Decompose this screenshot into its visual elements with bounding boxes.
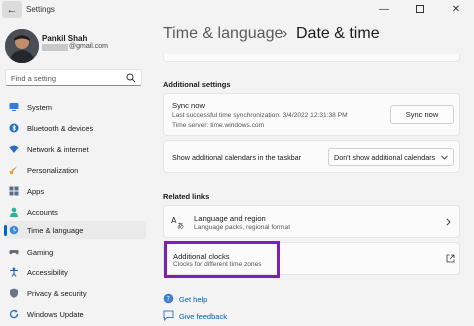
calendar-dropdown[interactable]: Don't show additional calendars [328,148,454,166]
svg-text:?: ? [166,295,170,303]
back-button[interactable]: ← [2,1,22,18]
feedback-icon [163,310,174,321]
minimize-icon: — [379,3,389,15]
search-icon [126,73,136,83]
language-region-link[interactable]: A あ Language and region Language packs, … [163,205,460,238]
search-placeholder: Find a setting [11,74,57,83]
sidebar-item-time-language[interactable]: Time & language [4,221,146,239]
previous-card [163,54,460,62]
calendar-card: Show additional calendars in the taskbar… [163,140,460,173]
accessibility-icon [10,267,18,277]
calendar-dropdown-value: Don't show additional calendars [334,153,436,162]
gamepad-icon [9,250,19,255]
additional-clocks-subtitle: Clocks for different time zones [173,261,262,268]
maximize-button[interactable] [402,0,438,18]
avatar[interactable] [5,29,39,63]
search-input[interactable]: Find a setting [5,69,142,86]
help-icon: ? [163,293,174,304]
maximize-icon [416,5,424,13]
sidebar-item-label: Apps [27,187,45,196]
additional-clocks-title: Additional clocks [173,252,230,261]
sidebar-item-windows-update[interactable]: Windows Update [4,305,146,323]
monitor-icon [9,103,19,111]
language-region-title: Language and region [194,214,266,223]
bluetooth-icon [9,123,19,133]
sidebar-item-label: Gaming [27,248,54,257]
sync-card: Sync now Last successful time synchroniz… [163,93,460,136]
svg-text:あ: あ [177,222,184,229]
time-server-text: Time server: time.windows.com [172,122,265,129]
app-title: Settings [26,5,55,14]
get-help-link[interactable]: Get help [179,295,207,304]
sidebar-item-label: Time & language [27,226,84,235]
minimize-button[interactable]: — [366,0,402,18]
sidebar-item-accessibility[interactable]: Accessibility [4,263,146,281]
language-region-subtitle: Language packs, regional format [194,224,291,231]
calendar-label: Show additional calendars in the taskbar [172,153,302,162]
active-indicator [4,225,7,236]
update-icon [9,309,19,319]
language-icon: A あ [171,216,184,229]
globe-clock-icon [9,225,19,235]
sidebar-item-network[interactable]: Network & internet [4,140,146,158]
sidebar-item-label: Privacy & security [27,289,87,298]
section-heading: Related links [163,192,210,201]
last-sync-text: Last successful time synchronization: 3/… [172,112,348,119]
sidebar-item-system[interactable]: System [4,98,146,116]
section-heading: Additional settings [163,80,231,89]
sidebar-item-label: System [27,103,53,112]
sidebar-item-label: Windows Update [27,310,84,319]
shield-icon [10,288,18,298]
page-title: Date & time [296,25,380,42]
additional-clocks-highlight[interactable]: Additional clocks Clocks for different t… [164,241,280,278]
sync-now-button[interactable]: Sync now [390,105,454,124]
brush-icon [9,166,18,175]
breadcrumb-separator: › [282,25,288,42]
sidebar-item-label: Network & internet [27,145,89,154]
give-feedback-link[interactable]: Give feedback [179,312,227,321]
sidebar-item-accounts[interactable]: Accounts [4,203,146,221]
profile-picture-icon [5,29,39,63]
sidebar-item-label: Accounts [27,208,58,217]
sidebar-item-personalization[interactable]: Personalization [4,161,146,179]
back-arrow-icon: ← [6,3,18,16]
sidebar-item-gaming[interactable]: Gaming [4,243,146,261]
close-icon: ✕ [451,3,461,15]
chevron-down-icon [441,155,448,160]
sidebar-item-label: Personalization [27,166,79,175]
apps-icon [9,186,19,196]
close-button[interactable]: ✕ [438,0,474,18]
sidebar-item-privacy[interactable]: Privacy & security [4,284,146,302]
sidebar-item-label: Bluetooth & devices [27,124,94,133]
sidebar-item-apps[interactable]: Apps [4,182,146,200]
user-name: Pankil Shah [42,34,88,43]
sidebar-item-label: Accessibility [27,268,68,277]
breadcrumb-parent[interactable]: Time & language [163,25,283,43]
user-email: @gmail.com [69,43,109,50]
sync-title: Sync now [172,101,205,110]
sidebar-item-bluetooth[interactable]: Bluetooth & devices [4,119,146,137]
email-redaction [42,44,68,51]
open-external-icon [446,254,455,263]
person-icon [10,207,18,217]
wifi-icon [9,145,19,153]
chevron-right-icon [446,218,451,226]
